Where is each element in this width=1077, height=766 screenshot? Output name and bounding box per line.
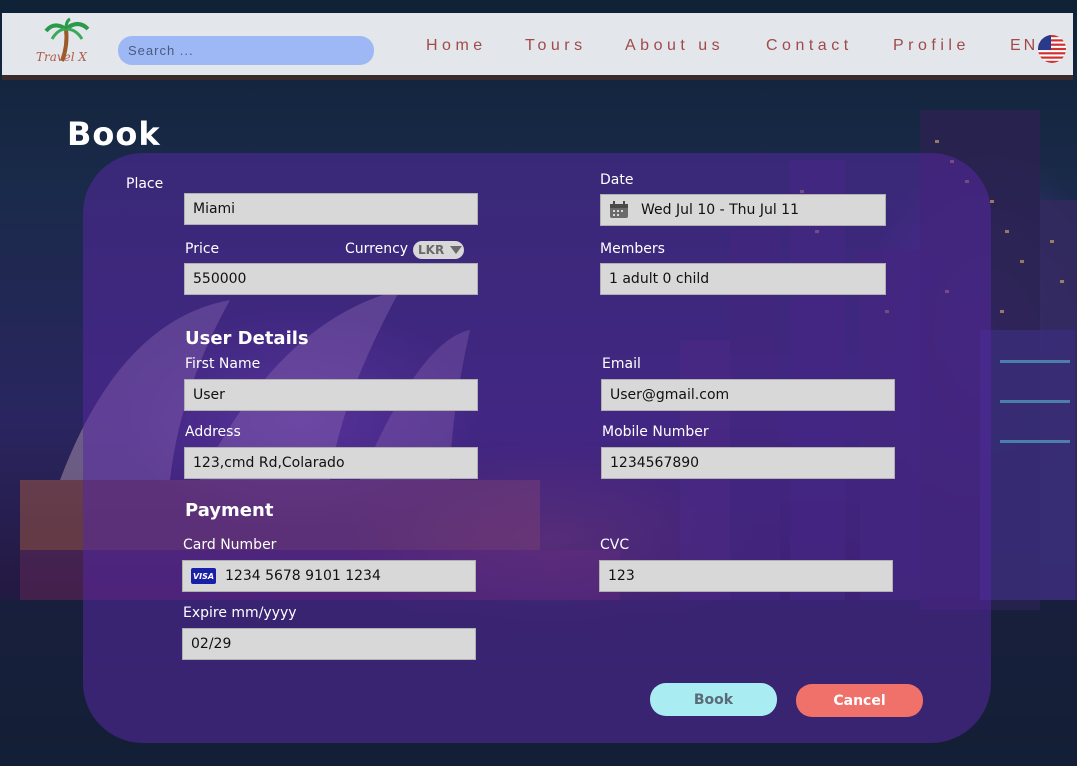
first-name-field[interactable]: User: [184, 379, 478, 411]
logo-text: Travel X: [36, 50, 87, 64]
expire-label: Expire mm/yyyy: [183, 605, 297, 621]
us-flag-icon[interactable]: [1038, 35, 1066, 63]
date-value: Wed Jul 10 - Thu Jul 11: [641, 202, 799, 218]
members-field[interactable]: 1 adult 0 child: [600, 263, 886, 295]
email-field[interactable]: User@gmail.com: [601, 379, 895, 411]
card-number-value: 1234 5678 9101 1234: [225, 568, 381, 584]
card-number-field[interactable]: VISA 1234 5678 9101 1234: [182, 560, 476, 592]
mobile-number-label: Mobile Number: [602, 424, 709, 440]
payment-heading: Payment: [185, 500, 274, 521]
members-label: Members: [600, 241, 665, 257]
cvc-field[interactable]: 123: [599, 560, 893, 592]
search-input[interactable]: Search ...: [118, 36, 374, 65]
expire-field[interactable]: 02/29: [182, 628, 476, 660]
currency-label: Currency: [345, 241, 409, 257]
nav-home[interactable]: Home: [426, 37, 487, 55]
email-label: Email: [602, 356, 641, 372]
page-title: Book: [67, 115, 161, 153]
nav-contact[interactable]: Contact: [766, 37, 853, 55]
chevron-down-icon: [450, 246, 462, 254]
currency-value: LKR: [418, 243, 445, 257]
address-field[interactable]: 123,cmd Rd,Colarado: [184, 447, 478, 479]
top-navigation-bar: Travel X Search ... Home Tours About us …: [2, 13, 1073, 80]
currency-select[interactable]: LKR: [413, 241, 464, 259]
cvc-label: CVC: [600, 537, 630, 553]
nav-tours[interactable]: Tours: [525, 37, 587, 55]
card-number-label: Card Number: [183, 537, 277, 553]
place-field[interactable]: Miami: [184, 193, 478, 225]
nav-profile[interactable]: Profile: [893, 37, 970, 55]
address-label: Address: [185, 424, 241, 440]
place-label: Place: [126, 176, 164, 192]
book-button[interactable]: Book: [650, 683, 777, 716]
calendar-icon[interactable]: [609, 201, 629, 219]
language-selector[interactable]: EN: [1010, 37, 1038, 55]
first-name-label: First Name: [185, 356, 261, 372]
palm-tree-icon[interactable]: [32, 17, 102, 75]
date-label: Date: [600, 172, 634, 188]
user-details-heading: User Details: [185, 328, 309, 349]
price-label: Price: [185, 241, 220, 257]
visa-card-icon: VISA: [191, 568, 216, 584]
price-field[interactable]: 550000: [184, 263, 478, 295]
mobile-number-field[interactable]: 1234567890: [601, 447, 895, 479]
cancel-button[interactable]: Cancel: [796, 684, 923, 717]
date-field[interactable]: Wed Jul 10 - Thu Jul 11: [600, 194, 886, 226]
nav-about-us[interactable]: About us: [625, 37, 724, 55]
